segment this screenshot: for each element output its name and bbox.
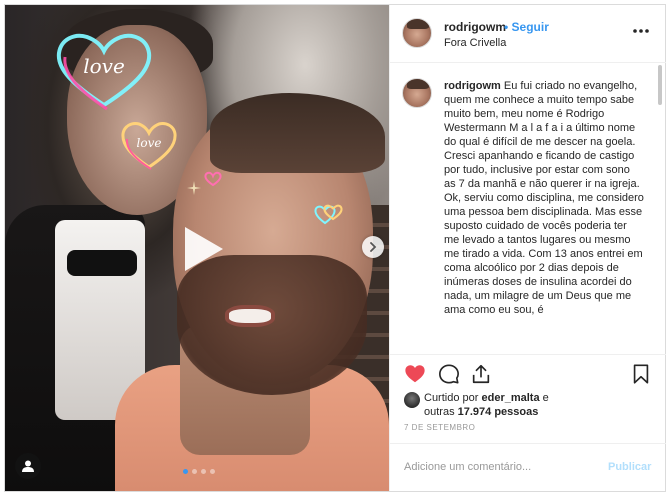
love-heart-sticker-small: love [121,122,177,170]
carousel-dot-active [183,469,188,474]
tagged-users-button[interactable] [15,453,41,479]
post-media[interactable]: love love [5,5,389,491]
caption-text: Eu fui criado no evangelho, quem me conh… [444,80,644,316]
carousel-dot [201,469,206,474]
caption-username[interactable]: rodrigowm [444,80,501,92]
follow-separator: • [504,20,509,34]
comments-scrollbar[interactable] [658,65,662,105]
post-side-panel: rodrigowm • Seguir Fora Crivella rodrigo… [389,5,666,491]
bookmark-icon[interactable] [630,363,652,385]
publish-button[interactable]: Publicar [608,461,651,473]
comment-icon[interactable] [438,363,460,385]
post-caption: rodrigowm Eu fui criado no evangelho, qu… [444,79,644,317]
add-comment-section: Publicar [390,443,666,491]
heart-filled-icon[interactable] [404,363,426,385]
post-location[interactable]: Fora Crivella [444,37,506,49]
next-media-button[interactable] [362,236,384,258]
share-icon[interactable] [470,363,492,385]
likes-text: Curtido por eder_malta e outras 17.974 p… [424,391,644,419]
double-heart-sticker [314,204,343,225]
photo-bowtie [67,250,137,276]
follow-button[interactable]: • Seguir [504,20,549,34]
carousel-indicator [183,469,215,474]
likes-section: Curtido por eder_malta e outras 17.974 p… [390,389,666,425]
sticker-small-text: love [137,136,162,150]
author-username[interactable]: rodrigowm [444,20,506,34]
comments-list[interactable]: rodrigowm Eu fui criado no evangelho, qu… [390,63,666,354]
liker-avatar[interactable] [404,392,420,408]
photo-beard [177,255,367,395]
likes-prefix: Curtido por [424,392,482,404]
love-heart-sticker-large: love [56,33,152,111]
caption-author-avatar[interactable] [402,78,432,108]
carousel-dot [192,469,197,474]
chevron-right-icon [370,242,377,252]
photo-mouth [225,305,275,327]
sparkle-icon [187,181,201,195]
more-horizontal-icon [633,29,649,33]
carousel-dot [210,469,215,474]
more-options-button[interactable] [632,23,652,37]
post-header: rodrigowm • Seguir Fora Crivella [390,5,666,63]
play-icon[interactable] [175,223,227,275]
instagram-post: love love rodrigowm • Seguir Fora Crivel… [4,4,666,492]
likes-connector: e [539,392,549,404]
author-avatar[interactable] [402,18,432,48]
user-icon [22,460,34,472]
liker-username[interactable]: eder_malta [481,392,539,404]
likes-count[interactable]: 17.974 pessoas [458,406,539,418]
comment-input[interactable] [404,456,604,478]
follow-label: Seguir [511,20,549,34]
sticker-large-text: love [83,54,125,78]
post-date[interactable]: 7 DE SETEMBRO [404,423,475,432]
likes-others-prefix: outras [424,406,458,418]
tiny-heart-sticker [204,171,222,187]
action-bar [390,354,666,388]
